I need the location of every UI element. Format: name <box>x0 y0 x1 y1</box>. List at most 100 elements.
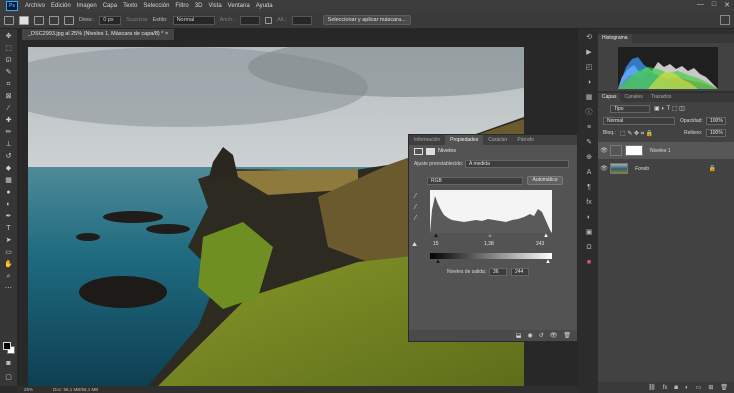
input-black-value[interactable]: 15 <box>433 241 439 247</box>
black-point-eyedropper-icon[interactable]: ⁄ <box>415 193 416 200</box>
visibility-eye-icon[interactable]: 👁 <box>598 165 610 172</box>
input-gamma-value[interactable]: 1,38 <box>484 241 494 247</box>
intersect-selection-icon[interactable] <box>64 15 74 25</box>
input-white-slider[interactable]: ▲ <box>543 233 549 239</box>
menu-archivo[interactable]: Archivo <box>22 3 48 9</box>
brush-tool-icon[interactable]: ✏ <box>3 128 14 137</box>
lock-icons[interactable]: ⬚ ✎ ✥ ⌗ 🔒 <box>620 130 653 138</box>
antialias-checkbox[interactable]: Suavizar <box>126 17 147 23</box>
eyedropper-tool-icon[interactable]: ⁄ <box>3 104 14 113</box>
menu-texto[interactable]: Texto <box>120 3 140 9</box>
menu-ayuda[interactable]: Ayuda <box>253 3 276 9</box>
brush-panel-icon[interactable]: ✎ <box>585 138 594 147</box>
dodge-tool-icon[interactable]: ◐ <box>3 200 14 209</box>
tab-canales[interactable]: Canales <box>620 93 646 102</box>
paragraph-panel-icon[interactable]: ¶ <box>585 183 594 192</box>
tab-histograma[interactable]: Histograma <box>598 34 632 43</box>
color-panel-icon[interactable]: ◑ <box>585 78 594 87</box>
history-panel-icon[interactable]: ⟲ <box>585 33 594 42</box>
maximize-button[interactable]: □ <box>712 1 716 9</box>
menu-vista[interactable]: Vista <box>205 3 224 9</box>
width-input[interactable] <box>240 15 261 25</box>
blur-tool-icon[interactable]: ● <box>3 188 14 197</box>
tab-propiedades[interactable]: Propiedades <box>445 135 484 145</box>
output-black-input[interactable]: 36 <box>489 268 507 276</box>
layer-filter-icons[interactable]: ▣ ◐ T ⬚ ◫ <box>654 105 685 112</box>
layer-mask-icon[interactable] <box>426 147 435 155</box>
path-selection-tool-icon[interactable]: ➤ <box>3 236 14 245</box>
gray-point-eyedropper-icon[interactable]: ⁄ <box>415 204 416 211</box>
clipping-warning-icon[interactable]: ⛰ <box>412 242 417 249</box>
zoom-tool-icon[interactable]: ⌕ <box>3 272 14 281</box>
input-white-value[interactable]: 243 <box>536 241 544 247</box>
reset-icon[interactable]: ↺ <box>539 332 544 339</box>
clone-stamp-tool-icon[interactable]: ⊥ <box>3 140 14 149</box>
height-input[interactable] <box>291 15 312 25</box>
more-tools-icon[interactable]: ⋯ <box>3 284 14 293</box>
info-panel-icon[interactable]: ⓘ <box>585 108 594 117</box>
delete-icon[interactable]: 🗑 <box>563 332 571 339</box>
type-tool-icon[interactable]: T <box>3 224 14 233</box>
quick-select-tool-icon[interactable]: ✎ <box>3 68 14 77</box>
crop-tool-icon[interactable]: ⌗ <box>3 80 14 89</box>
marquee-tool-preset-icon[interactable] <box>4 15 14 25</box>
actions-panel-icon[interactable]: ▶ <box>585 48 594 57</box>
glyphs-panel-icon[interactable]: Ω <box>585 243 594 252</box>
tab-capas[interactable]: Capas <box>598 93 621 102</box>
delete-layer-icon[interactable]: 🗑 <box>720 384 728 391</box>
eraser-tool-icon[interactable]: ◆ <box>3 164 14 173</box>
link-layers-icon[interactable]: ⛓ <box>648 384 656 391</box>
tab-informacion[interactable]: Información <box>409 135 445 145</box>
clip-to-layer-icon[interactable]: ⬓ <box>516 332 522 339</box>
channel-select[interactable]: RGB <box>427 177 523 185</box>
new-layer-icon[interactable]: ⊞ <box>708 384 713 391</box>
layer-lock-icon[interactable]: 🔒 <box>709 165 716 172</box>
styles-panel-icon[interactable]: fx <box>585 198 594 207</box>
healing-brush-tool-icon[interactable]: ✚ <box>3 116 14 125</box>
feather-input[interactable]: 0 px <box>99 15 122 25</box>
layer-name[interactable]: Fondo <box>635 166 649 172</box>
swatches-panel-icon[interactable]: ▦ <box>585 93 594 102</box>
hand-tool-icon[interactable]: ✋ <box>3 260 14 269</box>
zoom-level[interactable]: 25% <box>24 387 33 392</box>
libraries-panel-icon[interactable]: ▣ <box>585 228 594 237</box>
close-button[interactable]: ✕ <box>724 1 730 9</box>
input-gamma-slider[interactable]: ▲ <box>487 233 493 239</box>
menu-filtro[interactable]: Filtro <box>172 3 191 9</box>
frame-tool-icon[interactable]: ⊠ <box>3 92 14 101</box>
white-point-eyedropper-icon[interactable]: ⁄ <box>415 215 416 222</box>
select-and-mask-button[interactable]: Seleccionar y aplicar máscara... <box>322 15 411 25</box>
output-white-slider[interactable]: ▲ <box>545 259 551 265</box>
tab-caracter[interactable]: Carácter <box>483 135 512 145</box>
navigator-panel-icon[interactable]: ◰ <box>585 63 594 72</box>
layer-row-levels[interactable]: 👁 Niveles 1 <box>598 142 734 159</box>
minimize-button[interactable]: — <box>697 1 704 9</box>
quick-mask-icon[interactable]: ◙ <box>3 359 14 368</box>
adjustments-panel-icon[interactable]: ◐ <box>585 213 594 222</box>
layer-filter-select[interactable]: Tipo <box>610 105 650 113</box>
foreground-color-swatch[interactable] <box>3 342 11 350</box>
pen-tool-icon[interactable]: ✒ <box>3 212 14 221</box>
input-black-slider[interactable]: ▲ <box>433 233 439 239</box>
color-lookup-icon[interactable]: ■ <box>585 258 594 267</box>
add-mask-icon[interactable]: ◙ <box>674 385 678 391</box>
history-brush-tool-icon[interactable]: ↺ <box>3 152 14 161</box>
new-group-icon[interactable]: ▭ <box>696 384 702 391</box>
view-previous-icon[interactable]: ◉ <box>527 332 532 339</box>
marquee-tool-icon[interactable]: ⬚ <box>3 44 14 53</box>
move-tool-icon[interactable]: ✥ <box>3 32 14 41</box>
menu-seleccion[interactable]: Selección <box>140 3 172 9</box>
levels-adjustment-icon[interactable] <box>414 147 423 155</box>
style-select[interactable]: Normal <box>172 15 215 25</box>
menu-3d[interactable]: 3D <box>192 3 206 9</box>
output-white-input[interactable]: 244 <box>511 268 529 276</box>
document-tab[interactable]: _DSC2993.jpg al 25% (Niveles 1, Máscara … <box>22 29 175 40</box>
layer-style-icon[interactable]: fx <box>663 385 668 391</box>
add-selection-icon[interactable] <box>34 15 44 25</box>
layer-mask-thumb[interactable] <box>625 145 643 156</box>
new-selection-icon[interactable] <box>19 15 29 25</box>
fill-input[interactable]: 100% <box>706 129 726 137</box>
new-adjustment-icon[interactable]: ◐ <box>685 385 689 391</box>
swap-dimensions-icon[interactable] <box>265 16 273 24</box>
blend-mode-select[interactable]: Normal <box>603 117 675 125</box>
